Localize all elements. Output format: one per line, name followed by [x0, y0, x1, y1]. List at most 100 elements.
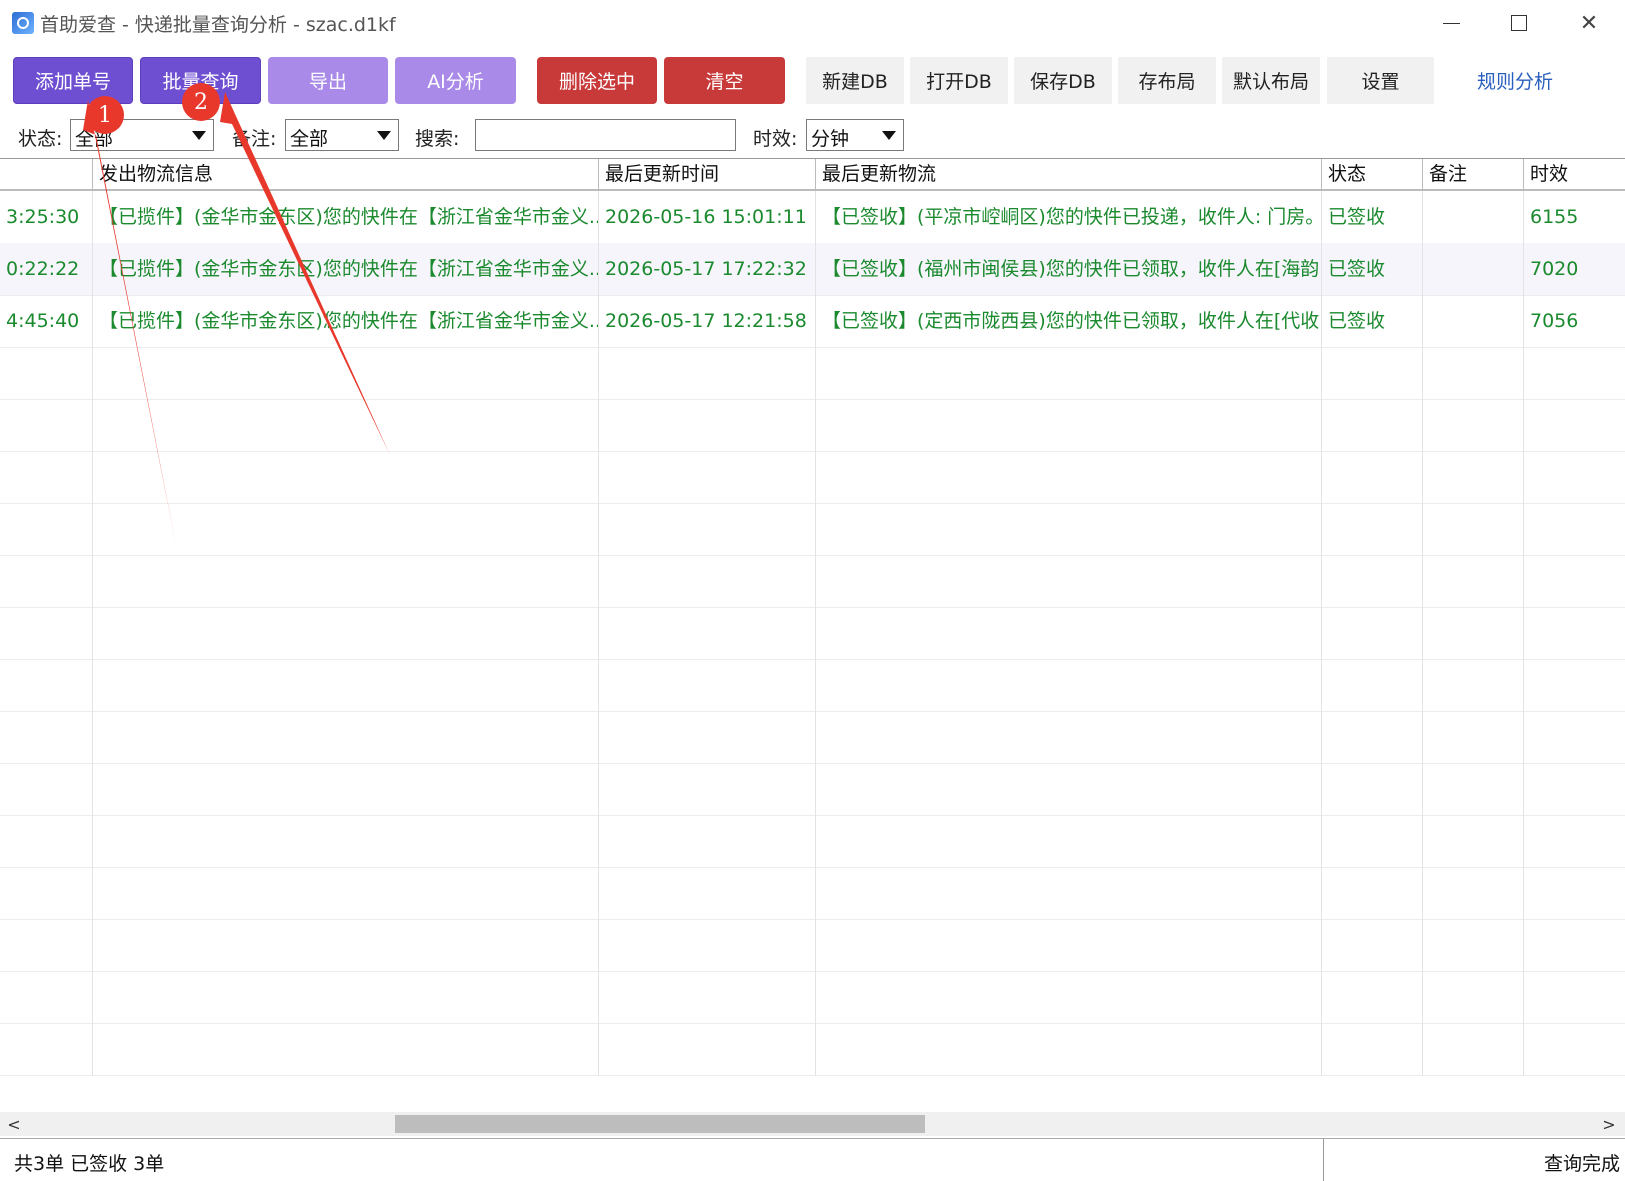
ai-analysis-button[interactable]: AI分析 [395, 57, 516, 104]
last-update-time-cell [598, 919, 815, 972]
origin-info-cell [92, 451, 598, 504]
origin-info-cell [92, 607, 598, 660]
table-row[interactable] [0, 451, 1625, 504]
table-row[interactable] [0, 971, 1625, 1024]
status-cell [1321, 711, 1422, 764]
last-update-time-cell [598, 971, 815, 1024]
origin-info-cell: 【已揽件】(金华市金东区)您的快件在【浙江省金华市金义... [92, 191, 598, 244]
status-divider [1323, 1139, 1324, 1181]
scroll-left-icon[interactable]: < [2, 1112, 26, 1136]
settings-button[interactable]: 设置 [1327, 57, 1434, 104]
rule-analysis-link[interactable]: 规则分析 [1470, 57, 1560, 104]
column-header-timeliness[interactable]: 时效 [1523, 159, 1625, 189]
status-cell [1321, 659, 1422, 712]
search-input[interactable] [475, 119, 736, 151]
last-update-time-cell [598, 451, 815, 504]
table-row[interactable] [0, 763, 1625, 816]
note-cell [1422, 1023, 1523, 1076]
time-cell [0, 711, 92, 764]
export-button[interactable]: 导出 [268, 57, 388, 104]
timeliness-unit-value: 分钟 [811, 128, 850, 150]
table-row[interactable] [0, 347, 1625, 400]
timeliness-cell: 6155 [1523, 191, 1625, 244]
note-filter-select[interactable]: 全部 [285, 119, 399, 151]
status-cell [1321, 347, 1422, 400]
table-row[interactable] [0, 815, 1625, 868]
table-row[interactable] [0, 1023, 1625, 1076]
table-row[interactable] [0, 503, 1625, 556]
note-cell [1422, 607, 1523, 660]
time-cell [0, 555, 92, 608]
minimize-button[interactable] [1418, 0, 1484, 46]
time-cell [0, 815, 92, 868]
timeliness-cell [1523, 711, 1625, 764]
time-cell [0, 1023, 92, 1076]
last-update-time-cell [598, 659, 815, 712]
column-header-origin-info[interactable]: 发出物流信息 [92, 159, 598, 189]
note-cell [1422, 763, 1523, 816]
note-cell [1422, 815, 1523, 868]
status-cell [1321, 971, 1422, 1024]
table-row[interactable] [0, 711, 1625, 764]
timeliness-cell [1523, 451, 1625, 504]
table-row[interactable] [0, 607, 1625, 660]
add-tracking-button[interactable]: 添加单号 [13, 57, 133, 104]
time-cell [0, 867, 92, 920]
origin-info-cell: 【已揽件】(金华市金东区)您的快件在【浙江省金华市金义... [92, 243, 598, 296]
status-cell [1321, 503, 1422, 556]
last-update-logistics-cell [815, 815, 1321, 868]
last-update-time-cell [598, 1023, 815, 1076]
column-header-last-update-time[interactable]: 最后更新时间 [598, 159, 815, 189]
annotation-badge-1: 1 [86, 96, 124, 134]
app-window: 首助爱查 - 快递批量查询分析 - szac.d1kf ✕ 添加单号 批量查询 … [0, 0, 1625, 1181]
open-db-button[interactable]: 打开DB [910, 57, 1008, 104]
time-cell [0, 919, 92, 972]
table-row[interactable]: 0:22:22 【已揽件】(金华市金东区)您的快件在【浙江省金华市金义... 202… [0, 243, 1625, 296]
column-header-status[interactable]: 状态 [1321, 159, 1422, 189]
column-header[interactable] [0, 159, 92, 189]
delete-selected-button[interactable]: 删除选中 [537, 57, 657, 104]
new-db-button[interactable]: 新建DB [806, 57, 904, 104]
clear-button[interactable]: 清空 [664, 57, 785, 104]
last-update-time-cell [598, 347, 815, 400]
status-summary: 共3单 已签收 3单 [14, 1153, 165, 1175]
note-cell [1422, 919, 1523, 972]
table-row[interactable] [0, 399, 1625, 452]
horizontal-scrollbar[interactable]: < > [0, 1112, 1625, 1136]
status-filter-label: 状态: [18, 128, 63, 150]
table-row[interactable]: 4:45:40 【已揽件】(金华市金东区)您的快件在【浙江省金华市金义... 202… [0, 295, 1625, 348]
table-row[interactable]: 3:25:30 【已揽件】(金华市金东区)您的快件在【浙江省金华市金义... 202… [0, 191, 1625, 244]
table-row[interactable] [0, 659, 1625, 712]
column-header-last-update-logistics[interactable]: 最后更新物流 [815, 159, 1321, 189]
timeliness-unit-select[interactable]: 分钟 [806, 119, 904, 151]
tracking-grid[interactable]: 发出物流信息 最后更新时间 最后更新物流 状态 备注 时效 3:25:30 【已揽… [0, 158, 1625, 1111]
save-db-button[interactable]: 保存DB [1014, 57, 1112, 104]
close-button[interactable]: ✕ [1556, 0, 1622, 46]
origin-info-cell [92, 659, 598, 712]
table-row[interactable] [0, 555, 1625, 608]
timeliness-cell [1523, 763, 1625, 816]
origin-info-cell: 【已揽件】(金华市金东区)您的快件在【浙江省金华市金义... [92, 295, 598, 348]
time-cell [0, 347, 92, 400]
origin-info-cell [92, 1023, 598, 1076]
status-cell [1321, 451, 1422, 504]
last-update-time-cell [598, 711, 815, 764]
time-cell [0, 503, 92, 556]
scroll-right-icon[interactable]: > [1597, 1112, 1621, 1136]
origin-info-cell [92, 971, 598, 1024]
table-row[interactable] [0, 867, 1625, 920]
annotation-badge-2: 2 [182, 83, 220, 121]
timeliness-cell: 7056 [1523, 295, 1625, 348]
save-layout-button[interactable]: 存布局 [1118, 57, 1216, 104]
column-header-note[interactable]: 备注 [1422, 159, 1523, 189]
app-logo-icon [12, 12, 34, 34]
timeliness-cell [1523, 347, 1625, 400]
table-row[interactable] [0, 919, 1625, 972]
time-cell [0, 971, 92, 1024]
status-bar: 共3单 已签收 3单 查询完成 [0, 1138, 1625, 1181]
default-layout-button[interactable]: 默认布局 [1222, 57, 1320, 104]
scrollbar-thumb[interactable] [395, 1115, 925, 1133]
note-cell [1422, 971, 1523, 1024]
last-update-time-cell [598, 607, 815, 660]
maximize-button[interactable] [1486, 0, 1552, 46]
